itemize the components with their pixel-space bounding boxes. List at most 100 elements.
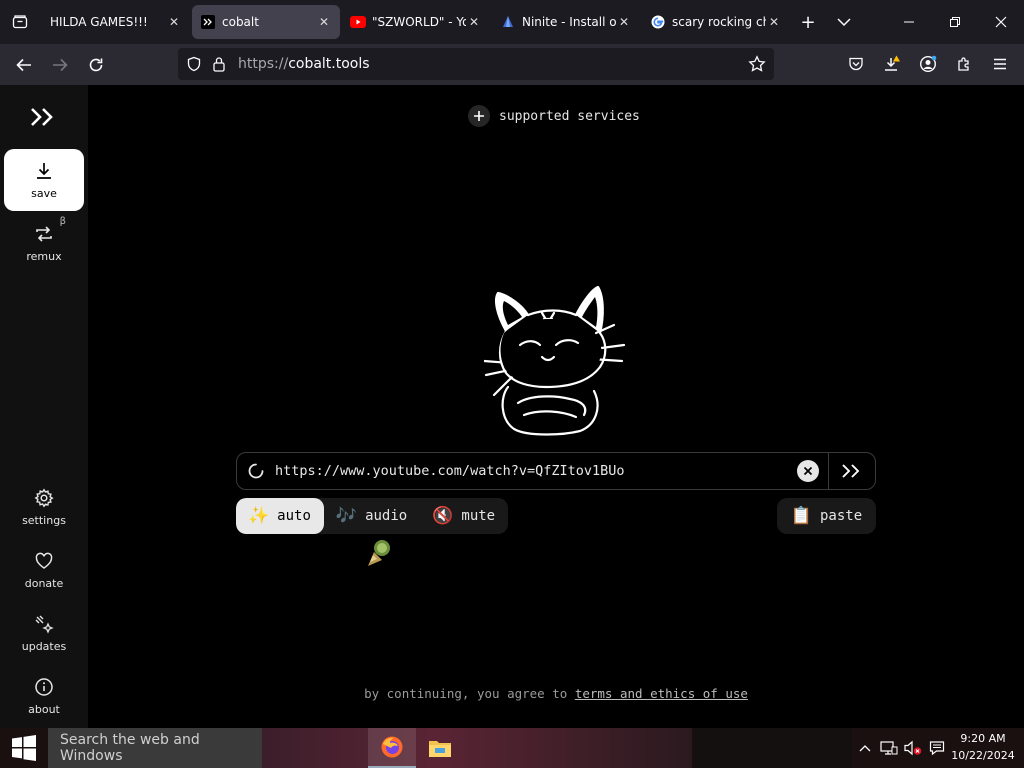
- windows-logo-icon: [12, 735, 36, 761]
- music-notes-icon: 🎶: [335, 506, 358, 526]
- cobalt-favicon: [200, 14, 216, 30]
- close-window-button[interactable]: [978, 0, 1024, 44]
- tab-ninite[interactable]: Ninite - Install or ✕: [492, 5, 640, 39]
- mode-label: auto: [277, 508, 311, 524]
- browser-navbar: https://cobalt.tools: [0, 44, 1024, 85]
- double-chevron-right-icon: [842, 464, 860, 478]
- clear-input-button[interactable]: [797, 460, 819, 482]
- restore-button[interactable]: [932, 0, 978, 44]
- clipboard-icon: 📋: [790, 506, 812, 526]
- tab-title: cobalt: [222, 15, 259, 29]
- bookmark-star-icon[interactable]: [748, 55, 766, 73]
- app-menu-button[interactable]: [984, 48, 1016, 80]
- mode-auto-button[interactable]: ✨ auto: [236, 498, 324, 534]
- clock-time: 9:20 AM: [960, 732, 1006, 745]
- chevron-up-icon: [859, 745, 871, 752]
- tab-close-icon[interactable]: ✕: [616, 15, 632, 29]
- taskbar-search-box[interactable]: Search the web and Windows: [48, 728, 262, 768]
- tab-title: scary rocking ch: [672, 15, 766, 29]
- tab-szworld[interactable]: "SZWORLD" - Yo ✕: [342, 5, 490, 39]
- ninite-favicon: [500, 14, 516, 30]
- info-icon: [35, 677, 53, 696]
- tab-close-icon[interactable]: ✕: [766, 15, 782, 29]
- download-submit-button[interactable]: [828, 453, 875, 489]
- sidebar-item-label: settings: [22, 513, 66, 527]
- link-input-box[interactable]: https://www.youtube.com/watch?v=QfZItov1…: [236, 452, 876, 490]
- tab-overview-button[interactable]: [0, 0, 40, 44]
- supported-services-button[interactable]: supported services: [468, 105, 640, 127]
- account-button[interactable]: [912, 48, 944, 80]
- list-all-tabs-button[interactable]: [826, 5, 862, 39]
- arrow-right-icon: [53, 58, 68, 71]
- pocket-button[interactable]: [840, 48, 872, 80]
- google-favicon: [650, 14, 666, 30]
- tab-close-icon[interactable]: ✕: [316, 15, 332, 29]
- reload-button[interactable]: [78, 49, 114, 81]
- sidebar: save β remux settings donate updates abo…: [0, 85, 88, 728]
- party-popper-icon: [368, 540, 390, 566]
- tab-scary-rocking[interactable]: scary rocking ch ✕: [642, 5, 790, 39]
- taskbar-file-explorer-button[interactable]: [416, 728, 464, 768]
- sidebar-item-donate[interactable]: donate: [4, 539, 84, 601]
- sidebar-item-remux[interactable]: β remux: [4, 212, 84, 274]
- volume-button[interactable]: [902, 728, 924, 768]
- action-center-button[interactable]: [926, 728, 948, 768]
- minimize-button[interactable]: [886, 0, 932, 44]
- downloads-button[interactable]: [876, 48, 908, 80]
- url-host: cobalt.tools: [288, 56, 370, 72]
- paste-button[interactable]: 📋 paste: [777, 498, 876, 534]
- taskbar-wallpaper: [262, 728, 692, 768]
- extensions-button[interactable]: [948, 48, 980, 80]
- taskbar-clock[interactable]: 9:20 AM 10/22/2024: [948, 730, 1018, 766]
- sidebar-item-updates[interactable]: updates: [4, 602, 84, 664]
- cobalt-logo[interactable]: [28, 105, 60, 129]
- gear-icon: [34, 487, 54, 507]
- firefox-icon: [381, 736, 403, 758]
- forward-button[interactable]: [42, 49, 78, 81]
- sidebar-item-about[interactable]: about: [4, 665, 84, 727]
- mode-mute-button[interactable]: 🔇 mute: [420, 498, 508, 534]
- tab-cobalt[interactable]: cobalt ✕: [192, 5, 340, 39]
- show-hidden-icons-button[interactable]: [856, 728, 874, 768]
- sidebar-item-settings[interactable]: settings: [4, 476, 84, 538]
- windows-taskbar: Search the web and Windows 9:20 AM 10/22…: [0, 728, 1024, 768]
- network-icon: [880, 741, 898, 755]
- download-warning-icon: [885, 55, 900, 71]
- clock-date: 10/22/2024: [951, 749, 1015, 762]
- plus-icon: +: [800, 11, 816, 33]
- tab-title: "SZWORLD" - Yo: [372, 15, 466, 29]
- taskbar-firefox-button[interactable]: [368, 728, 416, 768]
- download-icon: [37, 162, 51, 179]
- sidebar-item-label: updates: [21, 639, 67, 653]
- lock-icon[interactable]: [212, 56, 226, 72]
- tab-hilda-games[interactable]: HILDA GAMES!!! ✕: [42, 5, 190, 39]
- sparkles-icon: ✨: [248, 506, 270, 526]
- puzzle-icon: [958, 57, 969, 71]
- network-status-button[interactable]: [878, 728, 900, 768]
- sidebar-item-save[interactable]: save: [4, 149, 84, 211]
- supported-services-label: supported services: [499, 108, 640, 124]
- sidebar-item-label: save: [31, 186, 57, 200]
- chevron-down-icon: [837, 18, 851, 27]
- taskbar-wallpaper-dark: [692, 728, 852, 768]
- start-button[interactable]: [0, 728, 48, 768]
- mode-audio-button[interactable]: 🎶 audio: [324, 498, 420, 534]
- link-input-field[interactable]: https://www.youtube.com/watch?v=QfZItov1…: [275, 463, 797, 479]
- paste-label: paste: [820, 508, 863, 524]
- tab-close-icon[interactable]: ✕: [466, 15, 482, 29]
- mode-label: mute: [461, 508, 496, 524]
- minimize-icon: [904, 21, 914, 23]
- close-icon: [803, 466, 813, 476]
- back-button[interactable]: [6, 49, 42, 81]
- restore-icon: [950, 17, 960, 27]
- tab-close-icon[interactable]: ✕: [166, 15, 182, 29]
- muted-speaker-icon: 🔇: [432, 506, 454, 526]
- loading-spinner-icon: [237, 453, 275, 489]
- address-bar[interactable]: https://cobalt.tools: [178, 48, 774, 80]
- new-tab-button[interactable]: +: [790, 5, 826, 39]
- shield-icon[interactable]: [186, 56, 202, 72]
- pocket-icon: [849, 57, 863, 71]
- terms-link[interactable]: terms and ethics of use: [575, 686, 748, 701]
- sidebar-item-label: donate: [24, 576, 64, 590]
- meowbalt-mascot-image: [484, 285, 626, 436]
